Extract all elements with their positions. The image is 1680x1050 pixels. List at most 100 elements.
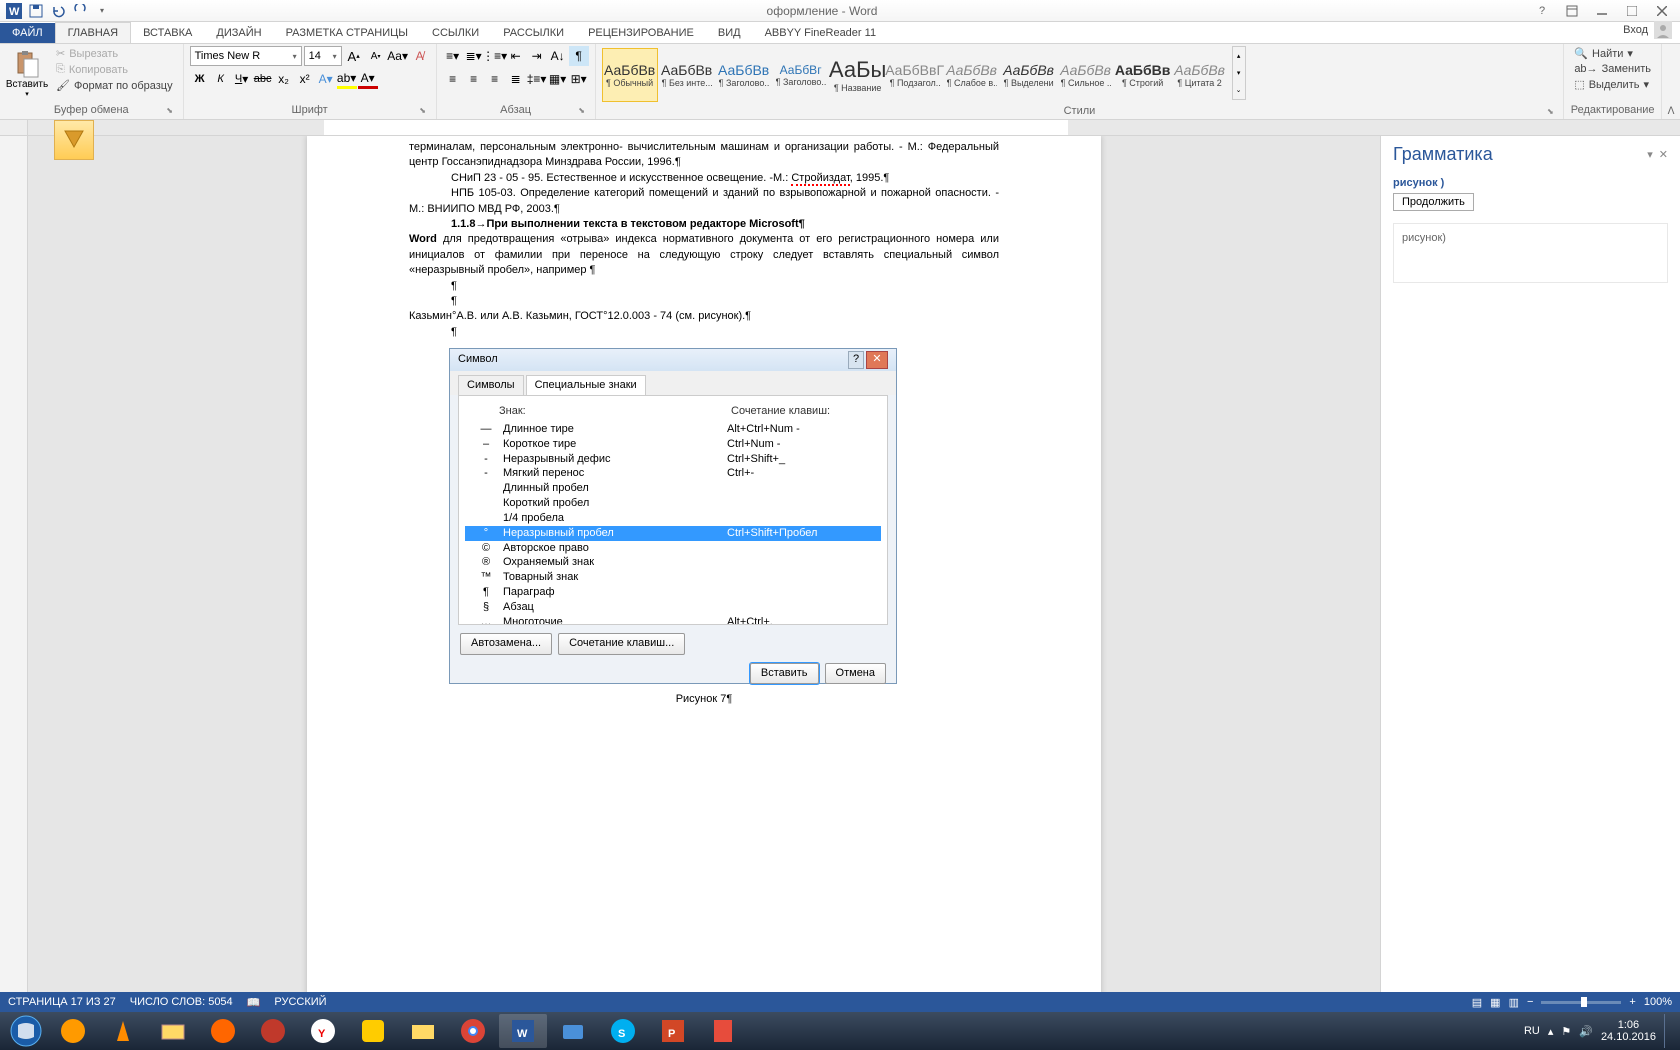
word-count[interactable]: ЧИСЛО СЛОВ: 5054 (130, 996, 233, 1008)
collapse-ribbon-icon[interactable]: ᐱ (1668, 106, 1675, 117)
style-Название[interactable]: АаБы¶ Название (830, 48, 886, 102)
font-launcher-icon[interactable]: ⬊ (418, 106, 428, 116)
tb-lang[interactable]: RU (1524, 1025, 1540, 1037)
change-case-icon[interactable]: Aa▾ (388, 46, 408, 66)
format-painter-button[interactable]: 🖌Формат по образцу (52, 78, 177, 93)
tab-layout[interactable]: РАЗМЕТКА СТРАНИЦЫ (274, 23, 420, 43)
tb-vlc-icon[interactable] (99, 1014, 147, 1048)
document-scroll[interactable]: терминалам, персональным электронно- выч… (28, 136, 1380, 1030)
tb-clock[interactable]: 1:06 24.10.2016 (1601, 1019, 1656, 1043)
font-color-icon[interactable]: A▾ (358, 69, 378, 89)
subscript-icon[interactable]: x₂ (274, 69, 294, 89)
bullets-icon[interactable]: ≡▾ (443, 46, 463, 66)
style-Заголово...[interactable]: АаБбВг¶ Заголово... (773, 48, 829, 102)
tab-review[interactable]: РЕЦЕНЗИРОВАНИЕ (576, 23, 706, 43)
doc-p9[interactable]: ¶ (409, 325, 999, 340)
style-Строгий[interactable]: АаБбВв¶ Строгий (1115, 48, 1171, 102)
pane-subject[interactable]: рисунок ) (1393, 177, 1668, 189)
styles-launcher-icon[interactable]: ⬊ (1545, 107, 1555, 117)
grow-font-icon[interactable]: A▴ (344, 46, 364, 66)
read-mode-icon[interactable]: ▤ (1472, 996, 1482, 1009)
ribbon-options-icon[interactable] (1558, 2, 1586, 20)
style-Без инте...[interactable]: АаБбВв¶ Без инте... (659, 48, 715, 102)
select-button[interactable]: ⬚Выделить▾ (1570, 77, 1655, 92)
page-status[interactable]: СТРАНИЦА 17 ИЗ 27 (8, 996, 116, 1008)
tray-volume-icon[interactable]: 🔊 (1579, 1025, 1593, 1038)
style-Выделение[interactable]: АаБбВв¶ Выделение (1001, 48, 1057, 102)
clipboard-launcher-icon[interactable]: ⬊ (165, 106, 175, 116)
tb-media-icon[interactable] (249, 1014, 297, 1048)
style-Слабое в...[interactable]: АаБбВв¶ Слабое в... (944, 48, 1000, 102)
style-Подзагол...[interactable]: АаБбВвГ¶ Подзагол... (887, 48, 943, 102)
help-icon[interactable]: ? (1528, 2, 1556, 20)
zoom-out-icon[interactable]: − (1527, 996, 1533, 1008)
zoom-level[interactable]: 100% (1644, 996, 1672, 1008)
doc-p1[interactable]: терминалам, персональным электронно- выч… (409, 140, 999, 171)
office-clipboard-drop-icon[interactable] (54, 120, 94, 160)
strike-icon[interactable]: abc (253, 69, 273, 89)
style-Обычный[interactable]: АаБбВв¶ Обычный (602, 48, 658, 102)
tab-references[interactable]: ССЫЛКИ (420, 23, 491, 43)
tb-camera-icon[interactable] (549, 1014, 597, 1048)
undo-icon[interactable] (48, 2, 68, 20)
tb-pdf-icon[interactable] (699, 1014, 747, 1048)
underline-icon[interactable]: Ч▾ (232, 69, 252, 89)
style-Цитата 2[interactable]: АаБбВв¶ Цитата 2 (1172, 48, 1228, 102)
pane-close-icon[interactable]: ✕ (1659, 148, 1668, 161)
sort-icon[interactable]: A↓ (548, 46, 568, 66)
italic-icon[interactable]: К (211, 69, 231, 89)
doc-caption[interactable]: Рисунок 7¶ (409, 692, 999, 707)
signin-link[interactable]: Вход (1623, 24, 1648, 36)
redo-icon[interactable] (70, 2, 90, 20)
continue-button[interactable]: Продолжить (1393, 193, 1474, 211)
tb-skype-icon[interactable]: S (599, 1014, 647, 1048)
tb-aimp-icon[interactable] (49, 1014, 97, 1048)
cut-button[interactable]: ✂Вырезать (52, 46, 177, 61)
styles-gallery[interactable]: АаБбВв¶ ОбычныйАаБбВв¶ Без инте... АаБбВв… (602, 46, 1228, 104)
tb-chrome-icon[interactable] (449, 1014, 497, 1048)
page[interactable]: терминалам, персональным электронно- выч… (307, 136, 1101, 1030)
tb-yandex-icon[interactable]: Y (299, 1014, 347, 1048)
doc-p5[interactable]: Word для предотвращения «отрыва» индекса… (409, 232, 999, 278)
borders-icon[interactable]: ⊞▾ (569, 69, 589, 89)
justify-icon[interactable]: ≣ (506, 69, 526, 89)
tb-explorer-icon[interactable] (149, 1014, 197, 1048)
doc-p7[interactable]: ¶ (409, 294, 999, 309)
paste-button[interactable]: Вставить ▾ (6, 46, 48, 103)
spell-icon[interactable]: 📖 (247, 996, 261, 1009)
tray-flag-icon[interactable]: ⚑ (1561, 1025, 1571, 1038)
highlight-icon[interactable]: ab▾ (337, 69, 357, 89)
pane-menu-icon[interactable]: ▾ (1647, 148, 1653, 161)
word-icon[interactable]: W (4, 2, 24, 20)
indent-dec-icon[interactable]: ⇤ (506, 46, 526, 66)
user-icon[interactable] (1654, 21, 1672, 39)
shading-icon[interactable]: ▦▾ (548, 69, 568, 89)
font-name-combo[interactable]: Times New R▾ (190, 46, 302, 66)
minimize-icon[interactable] (1588, 2, 1616, 20)
replace-button[interactable]: ab→Заменить (1570, 62, 1655, 76)
show-desktop-button[interactable] (1664, 1014, 1672, 1048)
doc-p8[interactable]: Казьмин°А.В. или А.В. Казьмин, ГОСТ°12.0… (409, 309, 999, 324)
show-marks-icon[interactable]: ¶ (569, 46, 589, 66)
ruler-vertical[interactable] (0, 136, 28, 1030)
start-button[interactable] (4, 1014, 48, 1048)
save-icon[interactable] (26, 2, 46, 20)
zoom-slider[interactable] (1541, 1001, 1621, 1004)
tab-view[interactable]: ВИД (706, 23, 753, 43)
text-effects-icon[interactable]: A▾ (316, 69, 336, 89)
doc-p2[interactable]: СНиП 23 - 05 - 95. Естественное и искусс… (409, 171, 999, 186)
numbering-icon[interactable]: ≣▾ (464, 46, 484, 66)
superscript-icon[interactable]: x² (295, 69, 315, 89)
qat-customize-icon[interactable]: ▾ (92, 2, 112, 20)
bold-icon[interactable]: Ж (190, 69, 210, 89)
paragraph-launcher-icon[interactable]: ⬊ (577, 106, 587, 116)
doc-p4[interactable]: 1.1.8→При выполнении текста в текстовом … (409, 217, 999, 232)
align-right-icon[interactable]: ≡ (485, 69, 505, 89)
tab-mailings[interactable]: РАССЫЛКИ (491, 23, 576, 43)
multilevel-icon[interactable]: ⋮≡▾ (485, 46, 505, 66)
tb-music-icon[interactable] (349, 1014, 397, 1048)
tab-insert[interactable]: ВСТАВКА (131, 23, 204, 43)
tab-home[interactable]: ГЛАВНАЯ (55, 22, 131, 43)
line-spacing-icon[interactable]: ‡≡▾ (527, 69, 547, 89)
tray-up-icon[interactable]: ▴ (1548, 1025, 1554, 1038)
